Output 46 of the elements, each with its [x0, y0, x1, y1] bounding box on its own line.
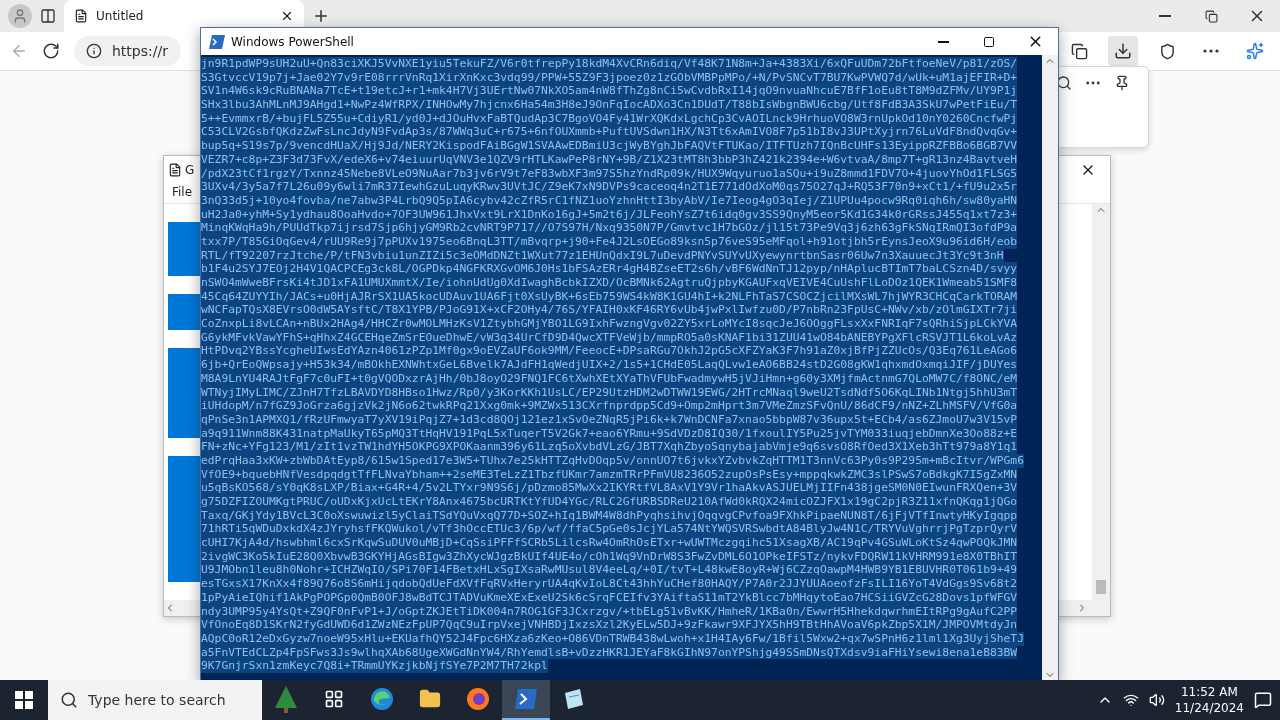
- minimize-icon: [937, 40, 949, 43]
- window-title: Windows PowerShell: [231, 34, 354, 49]
- sparkle-icon: [1246, 42, 1264, 60]
- windows-logo-icon: [15, 691, 33, 709]
- browser-tab[interactable]: Untitled: [64, 0, 304, 32]
- vertical-scrollbar[interactable]: [1042, 55, 1058, 681]
- url-text: https://r: [112, 43, 168, 59]
- search-placeholder: Type here to search: [88, 692, 226, 708]
- page-icon: [74, 9, 88, 23]
- horizontal-scrollbar[interactable]: [1058, 600, 1110, 616]
- scroll-thumb[interactable]: [1096, 580, 1106, 594]
- more-icon: [1086, 81, 1100, 85]
- volume-icon[interactable]: [1148, 692, 1165, 708]
- minimize-icon: [1159, 15, 1171, 17]
- notifications-icon[interactable]: [1254, 691, 1272, 709]
- maximize-icon: [983, 35, 995, 48]
- collections-icon: [1070, 42, 1088, 60]
- notepad-icon: [562, 687, 586, 711]
- selection-highlight: [168, 222, 200, 276]
- task-view-icon: [324, 689, 344, 709]
- close-tab-icon[interactable]: [280, 9, 294, 23]
- terminal-icon: [514, 688, 538, 710]
- horizontal-scrollbar[interactable]: [164, 600, 200, 616]
- menu-item[interactable]: File: [172, 184, 193, 203]
- restore-icon: [1204, 9, 1218, 23]
- network-icon[interactable]: [1122, 692, 1139, 708]
- taskbar-search-field[interactable]: Type here to search: [48, 680, 262, 720]
- tab-actions-icon[interactable]: [40, 8, 56, 24]
- address-field[interactable]: https://r: [74, 36, 181, 66]
- terminal-icon: [209, 34, 225, 49]
- vertical-scrollbar[interactable]: [1092, 204, 1110, 600]
- new-tab-icon[interactable]: [312, 7, 330, 25]
- more-icon: [1203, 49, 1219, 53]
- document-icon: [168, 163, 182, 178]
- selection-highlight: [168, 294, 200, 330]
- pin-icon[interactable]: [1114, 75, 1130, 91]
- folder-icon: [419, 688, 441, 710]
- search-icon: [60, 691, 78, 709]
- info-icon[interactable]: [86, 43, 102, 59]
- downloads-button[interactable]: [1108, 36, 1138, 66]
- reload-icon[interactable]: [42, 42, 60, 60]
- clock[interactable]: 11:52 AM 11/24/2024: [1174, 684, 1244, 716]
- window-title: G: [185, 163, 195, 178]
- download-icon: [1114, 42, 1132, 60]
- profile-avatar[interactable]: [8, 4, 32, 28]
- shield-icon: [1158, 42, 1176, 60]
